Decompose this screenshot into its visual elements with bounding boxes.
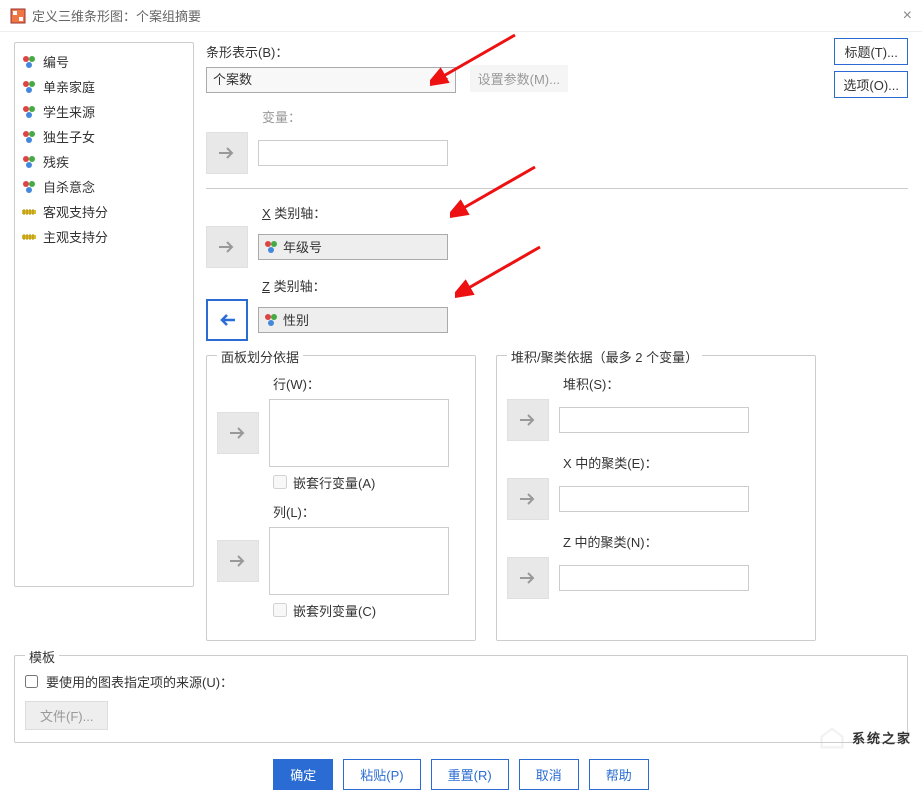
cluster-z-field[interactable] [559, 565, 749, 591]
move-cluster-z-button[interactable] [507, 557, 549, 599]
stack-label: 堆积(S)： [563, 374, 805, 393]
nest-rows-check: 嵌套行变量(A) [273, 473, 465, 492]
cols-field[interactable] [269, 527, 449, 595]
nest-cols-check: 嵌套列变量(C) [273, 601, 465, 620]
nominal-icon [21, 154, 37, 170]
variable-list-label: 独生子女 [43, 127, 95, 146]
template-group: 模板 要使用的图表指定项的来源(U)： 文件(F)... [14, 655, 908, 743]
variable-list-label: 学生来源 [43, 102, 95, 121]
variable-list-item[interactable]: 主观支持分 [19, 224, 189, 249]
set-params-button: 设置参数(M)... [470, 65, 568, 92]
template-checkbox[interactable] [25, 675, 38, 688]
move-variable-button[interactable] [206, 132, 248, 174]
move-stack-button[interactable] [507, 399, 549, 441]
panel-by-group: 面板划分依据 行(W)： 嵌套行变量(A) 列(L)： 嵌套列变量(C) [206, 355, 476, 641]
x-axis-label: X X 类别轴：类别轴： [262, 203, 908, 222]
variable-list-label: 单亲家庭 [43, 77, 95, 96]
z-axis-field[interactable]: 性别 [258, 307, 448, 333]
bars-represent-select[interactable]: 个案数 [206, 67, 456, 93]
variable-list-item[interactable]: 单亲家庭 [19, 74, 189, 99]
ok-button[interactable]: 确定 [273, 759, 333, 790]
app-icon [10, 8, 26, 24]
variable-list-item[interactable]: 残疾 [19, 149, 189, 174]
scale-icon [21, 204, 37, 220]
variable-list-item[interactable]: 学生来源 [19, 99, 189, 124]
paste-button[interactable]: 粘贴(P) [343, 759, 420, 790]
cols-label: 列(L)： [273, 502, 465, 521]
nominal-icon [21, 79, 37, 95]
move-z-button[interactable] [206, 299, 248, 341]
variable-list-item[interactable]: 自杀意念 [19, 174, 189, 199]
move-x-button[interactable] [206, 226, 248, 268]
nominal-icon [21, 179, 37, 195]
help-button[interactable]: 帮助 [589, 759, 649, 790]
nominal-icon [21, 129, 37, 145]
cancel-button[interactable]: 取消 [519, 759, 579, 790]
file-button: 文件(F)... [25, 701, 108, 730]
variable-list-item[interactable]: 独生子女 [19, 124, 189, 149]
cluster-x-field[interactable] [559, 486, 749, 512]
move-rows-button[interactable] [217, 412, 259, 454]
cluster-z-label: Z 中的聚类(N)： [563, 532, 805, 551]
variable-list-item[interactable]: 客观支持分 [19, 199, 189, 224]
variable-list[interactable]: 编号单亲家庭学生来源独生子女残疾自杀意念客观支持分主观支持分 [14, 42, 194, 587]
stack-field[interactable] [559, 407, 749, 433]
watermark: 系统之家 [818, 724, 912, 752]
template-source-check[interactable]: 要使用的图表指定项的来源(U)： [25, 672, 897, 691]
variable-list-label: 自杀意念 [43, 177, 95, 196]
scale-icon [21, 229, 37, 245]
nominal-icon [21, 104, 37, 120]
title-bar: 定义三维条形图：个案组摘要 × [0, 0, 922, 32]
x-axis-field[interactable]: 年级号 [258, 234, 448, 260]
variable-list-label: 客观支持分 [43, 202, 108, 221]
variable-label: 变量： [262, 107, 908, 126]
window-title: 定义三维条形图：个案组摘要 [32, 6, 903, 25]
nominal-icon [21, 54, 37, 70]
bars-represent-label: 条形表示(B)： [206, 42, 908, 61]
rows-field[interactable] [269, 399, 449, 467]
rows-label: 行(W)： [273, 374, 465, 393]
z-axis-label: Z 类别轴： [262, 276, 908, 295]
variable-list-label: 编号 [43, 52, 69, 71]
move-cols-button[interactable] [217, 540, 259, 582]
reset-button[interactable]: 重置(R) [431, 759, 509, 790]
cluster-x-label: X 中的聚类(E)： [563, 453, 805, 472]
close-icon[interactable]: × [903, 7, 912, 25]
dialog-buttons: 确定 粘贴(P) 重置(R) 取消 帮助 [14, 759, 908, 790]
variable-list-label: 残疾 [43, 152, 69, 171]
stack-cluster-group: 堆积/聚类依据（最多 2 个变量） 堆积(S)： X 中的聚类(E)： Z 中的… [496, 355, 816, 641]
move-cluster-x-button[interactable] [507, 478, 549, 520]
variable-list-label: 主观支持分 [43, 227, 108, 246]
variable-list-item[interactable]: 编号 [19, 49, 189, 74]
variable-field[interactable] [258, 140, 448, 166]
